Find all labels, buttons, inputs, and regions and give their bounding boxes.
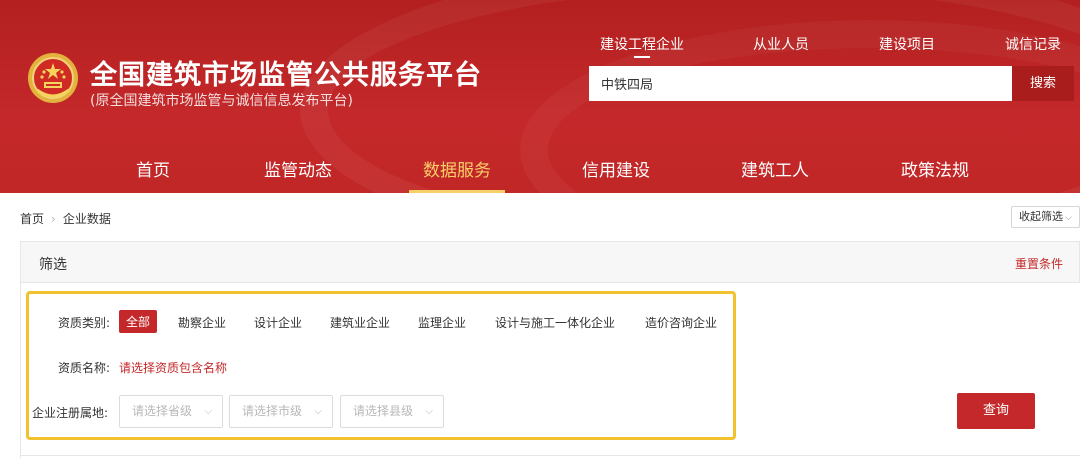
- qualification-label: 资质名称:: [58, 361, 111, 375]
- county-select-placeholder: 请选择县级: [353, 404, 414, 418]
- category-design-build[interactable]: 设计与施工一体化企业: [495, 314, 615, 331]
- city-select-placeholder: 请选择市级: [242, 404, 303, 418]
- chevron-down-icon: ⌵: [204, 406, 212, 417]
- breadcrumb: 首页 › 企业数据: [20, 210, 111, 227]
- category-cost-consulting[interactable]: 造价咨询企业: [645, 314, 717, 331]
- main-nav-home[interactable]: 首页: [136, 156, 170, 181]
- search-input[interactable]: [589, 66, 1013, 101]
- category-construction[interactable]: 建筑业企业: [330, 314, 390, 331]
- collapse-filter-label: 收起筛选: [1019, 210, 1063, 223]
- top-nav-credit[interactable]: 诚信记录: [1005, 34, 1061, 54]
- filter-title: 筛选: [39, 257, 67, 273]
- national-emblem-icon: [28, 53, 78, 103]
- province-select[interactable]: 请选择省级 ⌵: [119, 395, 223, 428]
- filter-panel-header: 筛选 重置条件: [20, 241, 1080, 283]
- top-nav-enterprise[interactable]: 建设工程企业: [600, 34, 684, 58]
- top-nav-projects[interactable]: 建设项目: [879, 34, 935, 54]
- category-label: 资质类别:: [58, 316, 111, 330]
- query-button[interactable]: 查询: [957, 393, 1035, 429]
- chevron-down-icon: ⌵: [425, 406, 433, 417]
- category-design[interactable]: 设计企业: [254, 314, 302, 331]
- search-button[interactable]: 搜索: [1012, 66, 1074, 101]
- site-title: 全国建筑市场监管公共服务平台: [90, 60, 482, 91]
- category-survey[interactable]: 勘察企业: [178, 314, 226, 331]
- category-supervision[interactable]: 监理企业: [418, 314, 466, 331]
- qualification-select-link[interactable]: 请选择资质包含名称: [119, 359, 227, 376]
- chevron-right-icon: ›: [51, 212, 56, 226]
- site-header: 全国建筑市场监管公共服务平台 (原全国建筑市场监管与诚信信息发布平台) 建设工程…: [0, 0, 1080, 193]
- main-nav: 首页 监管动态 数据服务 信用建设 建筑工人 政策法规: [0, 143, 1080, 193]
- main-nav-policy[interactable]: 政策法规: [901, 156, 969, 181]
- main-nav-workers[interactable]: 建筑工人: [741, 156, 809, 181]
- main-nav-credit-building[interactable]: 信用建设: [582, 156, 650, 181]
- city-select[interactable]: 请选择市级 ⌵: [229, 395, 333, 428]
- main-nav-supervision[interactable]: 监管动态: [264, 156, 332, 181]
- collapse-filter-button[interactable]: 收起筛选 ⌵: [1011, 206, 1080, 228]
- site-subtitle: (原全国建筑市场监管与诚信信息发布平台): [90, 93, 353, 109]
- top-nav-personnel[interactable]: 从业人员: [753, 34, 809, 54]
- province-select-placeholder: 请选择省级: [132, 404, 193, 418]
- divider: [20, 455, 1080, 456]
- category-all[interactable]: 全部: [119, 310, 158, 333]
- county-select[interactable]: 请选择县级 ⌵: [340, 395, 444, 428]
- region-label: 企业注册属地:: [32, 406, 109, 420]
- chevron-down-icon: ⌵: [1065, 213, 1072, 223]
- chevron-down-icon: ⌵: [314, 406, 322, 417]
- top-nav: 建设工程企业 从业人员 建设项目 诚信记录: [0, 34, 1080, 58]
- breadcrumb-home[interactable]: 首页: [20, 212, 44, 226]
- breadcrumb-current: 企业数据: [62, 212, 111, 226]
- main-nav-data-service[interactable]: 数据服务: [409, 156, 505, 193]
- reset-conditions-link[interactable]: 重置条件: [1015, 255, 1063, 272]
